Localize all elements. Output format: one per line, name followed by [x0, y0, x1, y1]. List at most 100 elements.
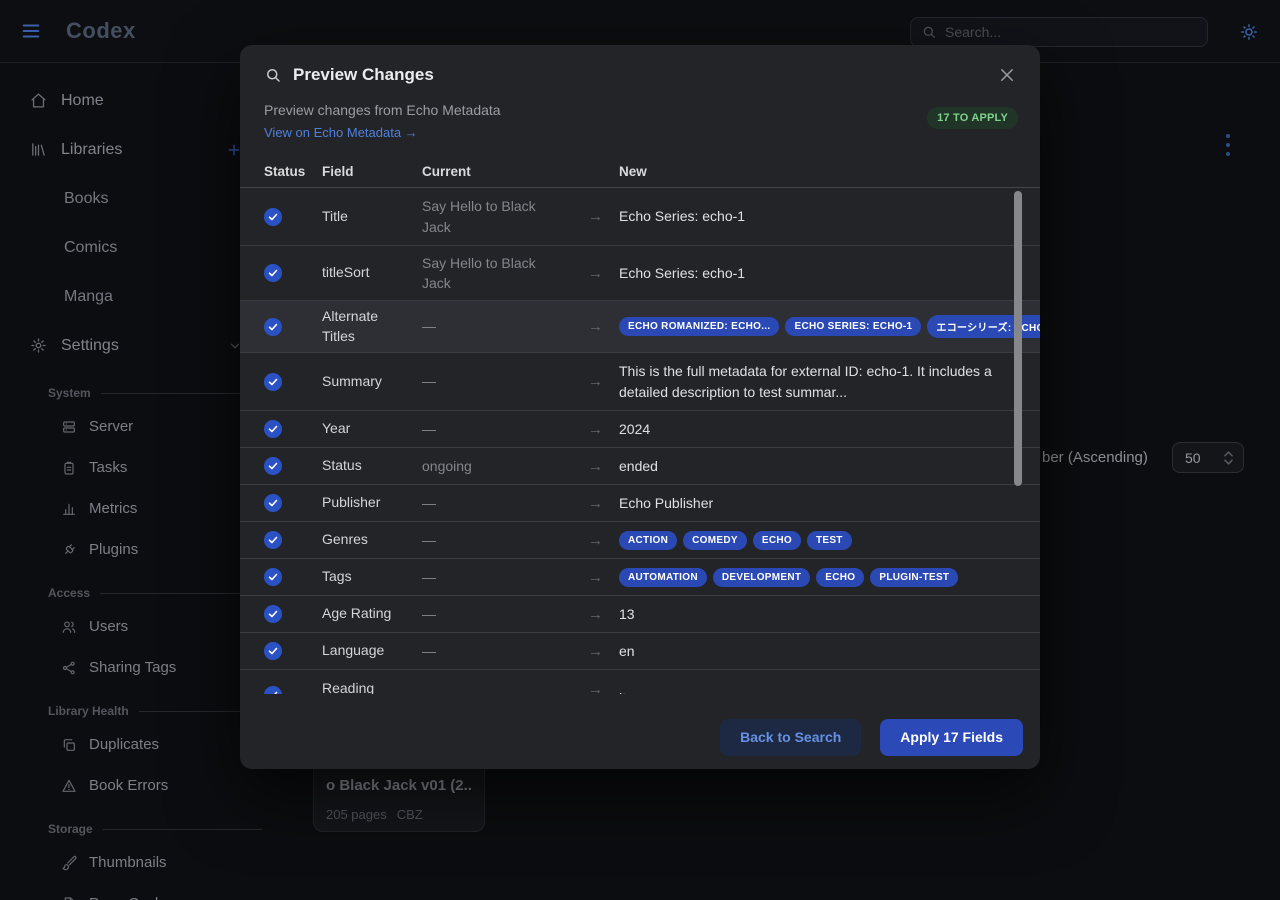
value-badge: ACTION [619, 531, 677, 550]
sidebar-item-server[interactable]: Server [0, 406, 280, 447]
table-row[interactable]: Summary — → This is the full metadata fo… [240, 353, 1040, 411]
row-current: — [422, 493, 572, 513]
table-row[interactable]: Age Rating — → 13 [240, 596, 1040, 633]
sidebar-item-manga[interactable]: Manga [0, 272, 280, 321]
row-current: — [422, 316, 572, 336]
sidebar-item-books[interactable]: Books [0, 174, 280, 223]
value-badge: ECHO [753, 531, 801, 550]
sidebar-item-page-cache[interactable]: Page Cache [0, 883, 280, 900]
divider [103, 829, 262, 830]
sidebar-item-tasks[interactable]: Tasks [0, 447, 280, 488]
row-new: ltr [619, 670, 1006, 694]
sidebar-item-label: Server [89, 418, 133, 435]
sidebar-item-thumbnails[interactable]: Thumbnails [0, 842, 280, 883]
row-field: Age Rating [322, 604, 422, 624]
row-current: — [422, 371, 572, 391]
sidebar-item-label: Manga [64, 288, 113, 306]
row-new: Echo Publisher [619, 493, 1006, 513]
sidebar-item-comics[interactable]: Comics [0, 223, 280, 272]
divider [100, 593, 262, 594]
row-checkbox[interactable] [264, 264, 282, 282]
sidebar-item-label: Page Cache [89, 895, 172, 900]
table-row[interactable]: Title Say Hello to Black Jack → Echo Ser… [240, 188, 1040, 246]
row-field: Language [322, 641, 422, 661]
table-row[interactable]: Tags — → AUTOMATION DEVELOPMENT ECHO PLU… [240, 559, 1040, 596]
row-checkbox[interactable] [264, 642, 282, 660]
row-arrow-icon: → [572, 643, 619, 660]
sidebar-item-users[interactable]: Users [0, 606, 280, 647]
col-current: Current [422, 164, 572, 179]
row-checkbox[interactable] [264, 531, 282, 549]
sidebar-item-settings[interactable]: Settings [0, 321, 280, 370]
row-new: ended [619, 456, 1006, 476]
page-kebab-icon[interactable] [1226, 134, 1230, 156]
sidebar-item-book-errors[interactable]: Book Errors [0, 765, 280, 806]
sidebar-item-metrics[interactable]: Metrics [0, 488, 280, 529]
row-current: — [422, 641, 572, 661]
dialog-footer: Back to Search Apply 17 Fields [240, 705, 1040, 769]
row-checkbox[interactable] [264, 457, 282, 475]
view-source-link[interactable]: View on Echo Metadata → [264, 125, 418, 140]
row-checkbox[interactable] [264, 420, 282, 438]
apply-fields-button[interactable]: Apply 17 Fields [880, 719, 1023, 756]
row-checkbox[interactable] [264, 208, 282, 226]
bar-chart-icon [61, 501, 77, 517]
value-badge: PLUGIN-TEST [870, 568, 958, 587]
sidebar-item-libraries[interactable]: Libraries [0, 125, 280, 174]
sidebar-item-plugins[interactable]: Plugins [0, 529, 280, 570]
row-arrow-icon: → [572, 318, 619, 335]
row-current: — [422, 567, 572, 587]
sidebar-item-sharing-tags[interactable]: Sharing Tags [0, 647, 280, 688]
global-search[interactable] [910, 17, 1208, 47]
row-field: Genres [322, 530, 422, 550]
table-row[interactable]: Alternate Titles — → ECHO ROMANIZED: ECH… [240, 301, 1040, 353]
table-row[interactable]: Status ongoing → ended [240, 448, 1040, 485]
dialog-subtitle: Preview changes from Echo Metadata [264, 102, 1016, 118]
sidebar-item-label: Tasks [89, 459, 127, 476]
spinner-chevrons-icon[interactable] [1224, 451, 1233, 465]
row-checkbox[interactable] [264, 318, 282, 336]
paintbrush-icon [61, 855, 77, 871]
row-current: ongoing [422, 456, 572, 476]
menu-icon[interactable] [20, 20, 42, 42]
clipboard-icon [61, 460, 77, 476]
row-arrow-icon: → [572, 458, 619, 475]
scrollbar-thumb[interactable] [1014, 191, 1022, 486]
table-row[interactable]: Reading → ltr [240, 670, 1040, 694]
book-card-pages: 205 pages [326, 807, 387, 822]
row-new: en [619, 641, 1006, 661]
row-arrow-icon: → [572, 532, 619, 549]
page-size-select[interactable]: 50 [1172, 442, 1244, 473]
row-checkbox[interactable] [264, 686, 282, 694]
table-row[interactable]: titleSort Say Hello to Black Jack → Echo… [240, 246, 1040, 301]
value-badge: TEST [807, 531, 852, 550]
sidebar-item-duplicates[interactable]: Duplicates [0, 724, 280, 765]
row-arrow-icon: → [572, 373, 619, 390]
table-row[interactable]: Publisher — → Echo Publisher [240, 485, 1040, 522]
table-row[interactable]: Year — → 2024 [240, 411, 1040, 448]
sidebar-item-home[interactable]: Home [0, 76, 280, 125]
row-checkbox[interactable] [264, 568, 282, 586]
sidebar-item-label: Plugins [89, 541, 138, 558]
table-row[interactable]: Language — → en [240, 633, 1040, 670]
sidebar-item-label: Book Errors [89, 777, 168, 794]
row-checkbox[interactable] [264, 373, 282, 391]
row-checkbox[interactable] [264, 494, 282, 512]
divider [101, 393, 262, 394]
search-input[interactable] [945, 24, 1185, 40]
back-to-search-button[interactable]: Back to Search [720, 719, 861, 756]
sidebar-item-label: Metrics [89, 500, 137, 517]
book-card-format: CBZ [397, 807, 423, 822]
share-icon [61, 660, 77, 676]
sun-icon[interactable] [1240, 23, 1258, 41]
table-row[interactable]: Genres — → ACTION COMEDY ECHO TEST [240, 522, 1040, 559]
row-arrow-icon: → [572, 569, 619, 586]
value-badge: COMEDY [683, 531, 747, 550]
row-new: 2024 [619, 419, 1006, 439]
close-icon[interactable] [998, 66, 1016, 84]
page-size-value: 50 [1185, 450, 1224, 466]
row-checkbox[interactable] [264, 605, 282, 623]
sidebar-section-system: System [48, 386, 262, 400]
home-icon [30, 92, 47, 109]
sidebar-item-label: Comics [64, 239, 117, 257]
